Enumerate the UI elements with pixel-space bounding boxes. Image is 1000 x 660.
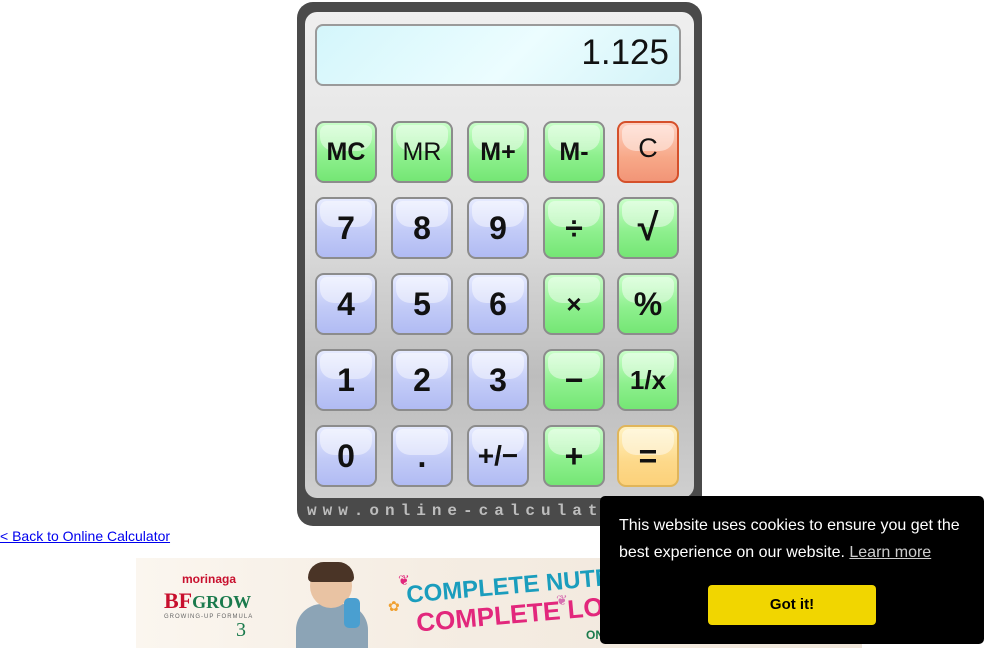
got-it-button[interactable]: Got it! (708, 585, 876, 625)
divide-button[interactable]: ÷ (543, 197, 605, 259)
digit-5-button[interactable]: 5 (391, 273, 453, 335)
ad-brand-small: morinaga (181, 572, 236, 586)
percent-button[interactable]: % (617, 273, 679, 335)
add-button[interactable]: + (543, 425, 605, 487)
butterfly-icon: ✿ (388, 598, 400, 614)
multiply-button[interactable]: × (543, 273, 605, 335)
ad-brand-number: 3 (236, 619, 246, 641)
clear-button[interactable]: C (617, 121, 679, 183)
calculator: 1.125 MC MR M+ M- C 7 8 9 ÷ √ 4 5 6 × % … (297, 2, 702, 526)
ad-brand-name: BFGROW (164, 588, 252, 613)
memory-clear-button[interactable]: MC (315, 121, 377, 183)
digit-8-button[interactable]: 8 (391, 197, 453, 259)
cookie-message: This website uses cookies to ensure you … (619, 517, 960, 561)
digit-4-button[interactable]: 4 (315, 273, 377, 335)
calculator-face: 1.125 MC MR M+ M- C 7 8 9 ÷ √ 4 5 6 × % … (305, 12, 694, 498)
digit-9-button[interactable]: 9 (467, 197, 529, 259)
ad-child-image (296, 562, 368, 648)
calculator-brand-text: www.online-calculat (307, 502, 604, 520)
calculator-display: 1.125 (315, 24, 681, 86)
memory-recall-button[interactable]: MR (391, 121, 453, 183)
learn-more-link[interactable]: Learn more (849, 544, 931, 561)
subtract-button[interactable]: − (543, 349, 605, 411)
decimal-point-button[interactable]: . (391, 425, 453, 487)
reciprocal-button[interactable]: 1/x (617, 349, 679, 411)
negate-button[interactable]: +/− (467, 425, 529, 487)
digit-1-button[interactable]: 1 (315, 349, 377, 411)
digit-2-button[interactable]: 2 (391, 349, 453, 411)
memory-subtract-button[interactable]: M- (543, 121, 605, 183)
back-to-online-calculator-link[interactable]: < Back to Online Calculator (0, 528, 170, 544)
ad-brand-logo: morinaga BFGROW GROWING-UP FORMULA 3 (164, 572, 254, 642)
digit-3-button[interactable]: 3 (467, 349, 529, 411)
square-root-button[interactable]: √ (617, 197, 679, 259)
digit-0-button[interactable]: 0 (315, 425, 377, 487)
equals-button[interactable]: = (617, 425, 679, 487)
cookie-consent-banner: This website uses cookies to ensure you … (600, 496, 984, 644)
digit-6-button[interactable]: 6 (467, 273, 529, 335)
memory-add-button[interactable]: M+ (467, 121, 529, 183)
digit-7-button[interactable]: 7 (315, 197, 377, 259)
